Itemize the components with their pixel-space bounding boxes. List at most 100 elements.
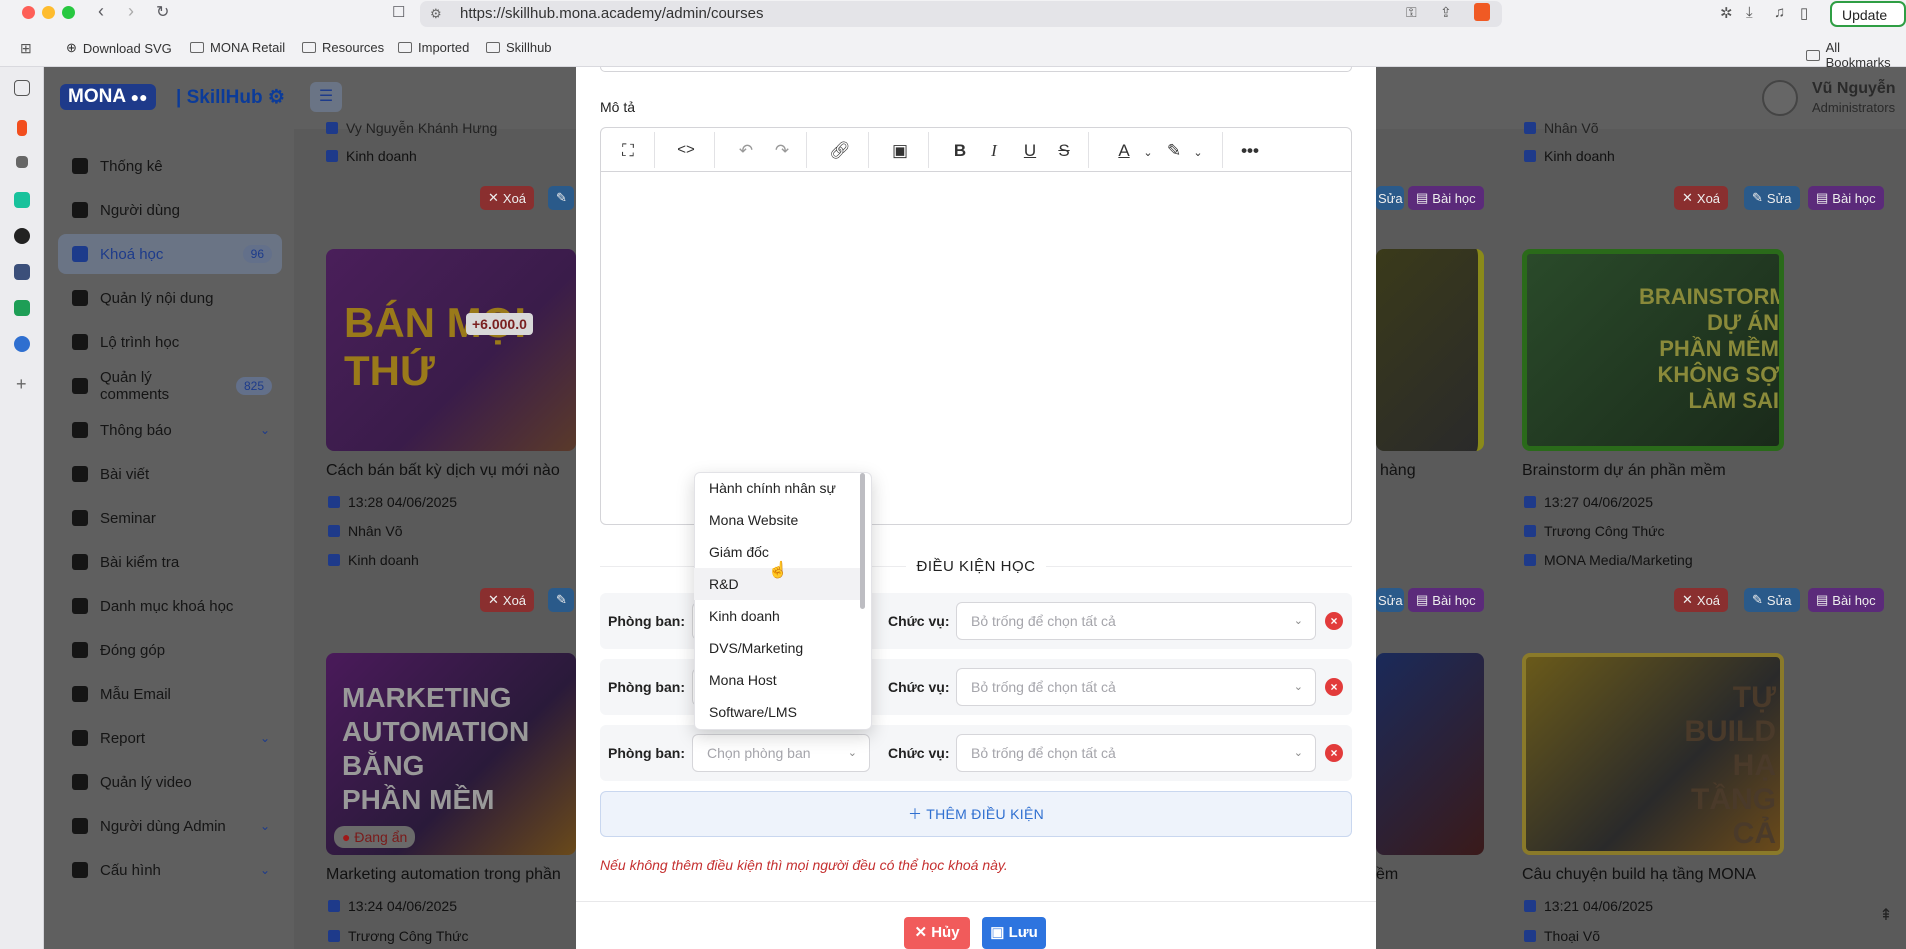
course-thumbnail[interactable] — [1376, 249, 1484, 451]
delete-course-button[interactable]: ✕ Xoá — [1674, 186, 1729, 210]
extensions-icon[interactable]: ✲ — [1720, 4, 1733, 22]
app-v-icon[interactable] — [14, 192, 30, 208]
source-code-icon[interactable]: <> — [674, 141, 698, 158]
edit-course-button[interactable]: ✎ — [548, 588, 574, 612]
dropdown-option[interactable]: Kinh doanh — [694, 600, 864, 632]
course-thumbnail[interactable] — [1376, 653, 1484, 855]
remove-condition-button[interactable]: × — [1325, 678, 1343, 696]
course-thumbnail[interactable]: MARKETING AUTOMATION BẰNG PHẦN MỀM — [326, 653, 576, 855]
more-options-icon[interactable]: ••• — [1238, 141, 1262, 161]
sidebar-item-thong-ke[interactable]: Thống kê — [58, 146, 282, 186]
cancel-button[interactable]: ✕ Hủy — [904, 917, 970, 949]
course-title[interactable]: Brainstorm dự án phần mềm — [1522, 462, 1784, 480]
bookmark-mona-retail[interactable]: MONA Retail — [190, 40, 285, 55]
media-icon[interactable]: ♫ — [1774, 4, 1785, 21]
figma-icon[interactable] — [17, 120, 27, 136]
app-circle-icon[interactable] — [14, 228, 30, 244]
bookmark-icon[interactable]: ☐ — [392, 3, 405, 21]
add-icon[interactable]: + — [16, 374, 27, 395]
minimize-window-button[interactable] — [42, 6, 55, 19]
reload-icon[interactable]: ↻ — [156, 2, 169, 22]
add-condition-button[interactable]: ＋ THÊM ĐIỀU KIỆN — [600, 791, 1352, 837]
share-icon[interactable]: ⇪ — [1440, 4, 1452, 21]
highlight-icon[interactable]: ✎ — [1162, 141, 1186, 161]
sidebar-item-nguoi-dung[interactable]: Người dùng — [58, 190, 282, 230]
sidebar-toggle-icon[interactable]: ▯ — [1800, 4, 1808, 22]
italic-icon[interactable]: I — [982, 141, 1006, 161]
app-square-icon[interactable] — [14, 264, 30, 280]
user-name[interactable]: Vũ Nguyễn — [1812, 80, 1896, 98]
delete-course-button[interactable]: ✕ Xoá — [480, 186, 535, 210]
position-select[interactable]: Bỏ trống để chọn tất cả ⌄ — [956, 602, 1316, 640]
sidebar-item-quan-ly-video[interactable]: Quản lý video — [58, 762, 282, 802]
sidebar-item-thong-bao[interactable]: Thông báo ⌄ — [58, 410, 282, 450]
dropdown-option[interactable]: DVS/Marketing — [694, 632, 864, 664]
sheets-icon[interactable] — [14, 300, 30, 316]
underline-icon[interactable]: U — [1018, 141, 1042, 161]
edit-course-button[interactable]: ✎ Sửa — [1744, 588, 1800, 612]
dropdown-option[interactable]: Mona Website — [694, 504, 864, 536]
all-bookmarks[interactable]: All Bookmarks — [1806, 40, 1906, 70]
image-icon[interactable]: ▣ — [888, 141, 912, 161]
menu-toggle-button[interactable]: ☰ — [310, 82, 342, 112]
course-title[interactable]: hàng — [1380, 462, 1416, 480]
text-color-icon[interactable]: A — [1112, 141, 1136, 161]
description-editor[interactable] — [600, 127, 1352, 525]
maximize-window-button[interactable] — [62, 6, 75, 19]
delete-course-button[interactable]: ✕ Xoá — [480, 588, 535, 612]
delete-course-button[interactable]: ✕ Xoá — [1674, 588, 1729, 612]
course-thumbnail[interactable]: BÁN MỌI THỨ +6.000.0 — [326, 249, 576, 451]
remove-condition-button[interactable]: × — [1325, 612, 1343, 630]
link-icon[interactable]: 🔗︎ — [828, 141, 852, 161]
edit-course-button[interactable]: ✎ — [548, 186, 574, 210]
fullscreen-icon[interactable]: ⛶ — [616, 141, 640, 161]
back-icon[interactable]: ‹ — [98, 1, 104, 22]
skillhub-icon[interactable] — [14, 336, 30, 352]
close-window-button[interactable] — [22, 6, 35, 19]
lessons-button[interactable]: ▤ Bài học — [1408, 186, 1484, 210]
sidebar-item-cau-hinh[interactable]: Cấu hình ⌄ — [58, 850, 282, 890]
strikethrough-icon[interactable]: S — [1052, 141, 1076, 161]
redo-icon[interactable]: ↷ — [770, 141, 794, 161]
dropdown-scrollbar[interactable] — [860, 473, 865, 609]
edit-course-button[interactable]: ✎ Sửa — [1744, 186, 1800, 210]
course-title[interactable]: Cách bán bất kỳ dịch vụ mới nào — [326, 462, 576, 480]
bookmark-download-svg[interactable]: ⊕ Download SVG — [66, 40, 172, 56]
bookmark-imported[interactable]: Imported — [398, 40, 469, 55]
avatar[interactable] — [1762, 80, 1798, 116]
dropdown-option[interactable]: Mona Host — [694, 664, 864, 696]
edit-course-button[interactable]: Sửa — [1376, 588, 1404, 612]
key-icon[interactable]: ⚿ — [1406, 4, 1417, 21]
download-icon[interactable]: ⤓ — [1746, 4, 1753, 21]
forward-icon[interactable]: › — [128, 1, 134, 22]
sidebar-item-khoa-hoc[interactable]: Khoá học 96 — [58, 234, 282, 274]
sidebar-item-dong-gop[interactable]: Đóng góp — [58, 630, 282, 670]
lessons-button[interactable]: ▤ Bài học — [1808, 186, 1884, 210]
bookmark-resources[interactable]: Resources — [302, 40, 384, 55]
sidebar-item-seminar[interactable]: Seminar — [58, 498, 282, 538]
chevron-down-icon[interactable]: ⌄ — [1186, 146, 1210, 159]
department-select[interactable]: Chọn phòng ban ⌄ — [692, 734, 870, 772]
sidebar-item-mau-email[interactable]: Mẫu Email — [58, 674, 282, 714]
site-settings-icon[interactable]: ⚙ — [430, 6, 442, 22]
position-select[interactable]: Bỏ trống để chọn tất cả ⌄ — [956, 668, 1316, 706]
save-button[interactable]: ▣ Lưu — [982, 917, 1046, 949]
sidebar-item-report[interactable]: Report ⌄ — [58, 718, 282, 758]
sidebar-item-bai-kiem-tra[interactable]: Bài kiểm tra — [58, 542, 282, 582]
sidebar-item-quan-ly-comments[interactable]: Quản lý comments 825 — [58, 366, 282, 406]
sidebar-item-nguoi-dung-admin[interactable]: Người dùng Admin ⌄ — [58, 806, 282, 846]
course-title[interactable]: Marketing automation trong phần — [326, 866, 576, 884]
chevron-down-icon[interactable]: ⌄ — [1136, 146, 1160, 159]
sidebar-panel-icon[interactable] — [14, 80, 30, 96]
logo-mona[interactable]: MONA ●● — [60, 84, 156, 110]
lessons-button[interactable]: ▤ Bài học — [1408, 588, 1484, 612]
bold-icon[interactable]: B — [948, 141, 972, 161]
remove-condition-button[interactable]: × — [1325, 744, 1343, 762]
url-text[interactable]: https://skillhub.mona.academy/admin/cour… — [460, 5, 763, 22]
lessons-button[interactable]: ▤ Bài học — [1808, 588, 1884, 612]
logo-skillhub[interactable]: | SkillHub ⚙ — [176, 86, 285, 109]
dropdown-option[interactable]: Software/LMS — [694, 696, 864, 728]
edit-course-button[interactable]: Sửa — [1376, 186, 1404, 210]
sidebar-item-danh-muc-khoa-hoc[interactable]: Danh mục khoá học — [58, 586, 282, 626]
course-title[interactable]: Câu chuyện build hạ tầng MONA — [1522, 866, 1784, 884]
